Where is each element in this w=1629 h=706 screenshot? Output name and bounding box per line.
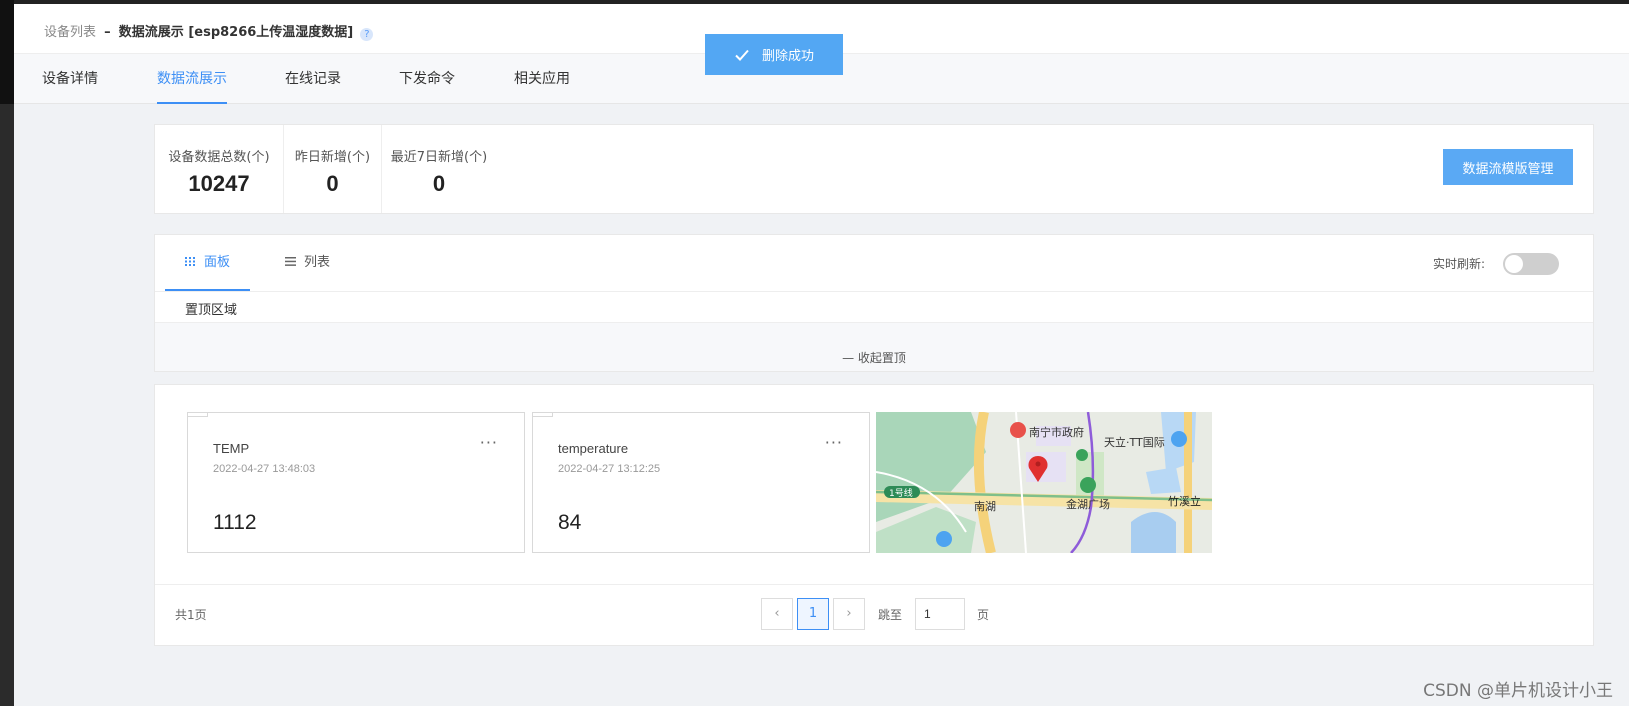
map-label-tianli: 天立·TT国际 bbox=[1104, 436, 1165, 449]
tab-list-view[interactable]: 列表 bbox=[285, 235, 330, 291]
stat-yesterday-label: 昨日新增(个) bbox=[294, 150, 371, 165]
tab-device-detail[interactable]: 设备详情 bbox=[42, 54, 98, 104]
divider bbox=[155, 584, 1593, 585]
left-sidebar-edge bbox=[0, 0, 14, 706]
jump-label: 跳至 bbox=[878, 608, 903, 622]
breadcrumb-separator: – bbox=[104, 25, 111, 40]
minus-icon: — bbox=[842, 351, 858, 365]
pinned-area: — 收起置顶 bbox=[155, 322, 1593, 371]
tab-data-stream[interactable]: 数据流展示 bbox=[157, 54, 227, 104]
more-icon[interactable]: ··· bbox=[825, 433, 843, 452]
pagination-total: 共1页 bbox=[175, 608, 207, 622]
next-page-button[interactable]: › bbox=[833, 598, 865, 630]
chevron-right-icon: › bbox=[846, 606, 852, 621]
datastream-card[interactable]: temperature 2022-04-27 13:12:25 ··· 84 bbox=[532, 412, 870, 553]
stat-7days: 最近7日新增(个) 0 bbox=[382, 125, 496, 213]
card-value: 1112 bbox=[213, 511, 257, 534]
check-icon bbox=[735, 49, 749, 61]
collapse-pinned-label: 收起置顶 bbox=[857, 351, 906, 365]
stat-7days-label: 最近7日新增(个) bbox=[390, 150, 488, 165]
toggle-knob bbox=[1505, 255, 1523, 273]
prev-page-button[interactable]: ‹ bbox=[761, 598, 793, 630]
realtime-label: 实时刷新: bbox=[1432, 257, 1485, 271]
card-corner bbox=[533, 413, 553, 417]
realtime-toggle[interactable] bbox=[1503, 253, 1559, 275]
jump-page-input[interactable] bbox=[915, 598, 965, 630]
stat-total-value: 10247 bbox=[188, 171, 250, 196]
map-label-gov: 南宁市政府 bbox=[1029, 426, 1084, 439]
card-name: temperature bbox=[558, 441, 629, 456]
breadcrumb-device-list[interactable]: 设备列表 bbox=[44, 25, 96, 40]
card-corner bbox=[188, 413, 208, 417]
view-panel: 面板 列表 实时刷新: 置顶区域 — 收起置顶 bbox=[154, 234, 1594, 372]
datastream-cards-panel: TEMP 2022-04-27 13:48:03 ··· 1112 temper… bbox=[154, 384, 1594, 646]
tab-panel-view[interactable]: 面板 bbox=[164, 235, 251, 291]
page-1-button[interactable]: 1 bbox=[797, 598, 829, 630]
location-map[interactable]: 南宁市政府 天立·TT国际 1号线 南湖 金湖广场 竹溪立 bbox=[876, 412, 1212, 553]
tab-list-label: 列表 bbox=[304, 255, 331, 270]
card-time: 2022-04-27 13:12:25 bbox=[558, 463, 661, 475]
breadcrumb: 设备列表 – 数据流展示 [esp8266上传温湿度数据] ? bbox=[44, 21, 374, 41]
card-time: 2022-04-27 13:48:03 bbox=[213, 463, 316, 475]
help-icon[interactable]: ? bbox=[360, 28, 374, 41]
manage-template-button[interactable]: 数据流模版管理 bbox=[1443, 149, 1573, 185]
stat-yesterday-value: 0 bbox=[326, 171, 339, 196]
stat-7days-value: 0 bbox=[432, 171, 446, 196]
breadcrumb-current: 数据流展示 [esp8266上传温湿度数据] bbox=[118, 25, 354, 40]
map-label-nanhu: 南湖 bbox=[974, 500, 996, 513]
pinned-area-title: 置顶区域 bbox=[185, 303, 238, 318]
chevron-left-icon: ‹ bbox=[774, 606, 780, 621]
divider bbox=[155, 291, 1593, 292]
toast-text: 删除成功 bbox=[761, 49, 814, 64]
tab-related-apps[interactable]: 相关应用 bbox=[514, 54, 570, 104]
stats-panel: 设备数据总数(个) 10247 昨日新增(个) 0 最近7日新增(个) 0 数据… bbox=[154, 124, 1594, 214]
success-toast: 删除成功 bbox=[705, 34, 843, 75]
tab-send-command[interactable]: 下发命令 bbox=[399, 54, 455, 104]
card-name: TEMP bbox=[213, 441, 250, 456]
datastream-card[interactable]: TEMP 2022-04-27 13:48:03 ··· 1112 bbox=[187, 412, 525, 553]
tab-online-records[interactable]: 在线记录 bbox=[285, 54, 341, 104]
list-icon bbox=[285, 235, 296, 291]
grid-icon bbox=[185, 235, 196, 291]
watermark: CSDN @单片机设计小王 bbox=[1423, 681, 1613, 701]
collapse-pinned[interactable]: — 收起置顶 bbox=[155, 349, 1593, 366]
tab-panel-label: 面板 bbox=[204, 255, 231, 270]
stat-total: 设备数据总数(个) 10247 bbox=[155, 125, 284, 213]
left-sidebar-top bbox=[0, 0, 14, 104]
map-label-jinhu: 金湖广场 bbox=[1066, 498, 1110, 511]
page-unit-label: 页 bbox=[977, 608, 990, 622]
stat-total-label: 设备数据总数(个) bbox=[168, 150, 270, 165]
more-icon[interactable]: ··· bbox=[480, 433, 498, 452]
map-label-line: 1号线 bbox=[889, 489, 913, 499]
map-label-zhuxi: 竹溪立 bbox=[1168, 495, 1201, 508]
stat-yesterday: 昨日新增(个) 0 bbox=[284, 125, 382, 213]
card-value: 84 bbox=[558, 511, 582, 534]
